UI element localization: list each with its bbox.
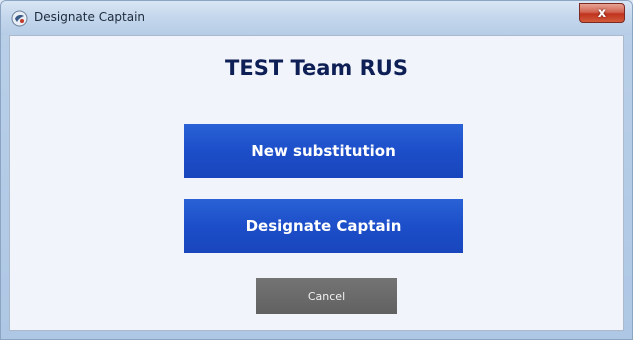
- close-button[interactable]: x: [579, 3, 625, 23]
- title-bar[interactable]: Designate Captain x: [1, 1, 632, 35]
- cancel-button[interactable]: Cancel: [256, 278, 397, 314]
- app-icon: [11, 10, 28, 27]
- close-icon: x: [597, 5, 607, 21]
- dialog-body: TEST Team RUS New substitution Designate…: [9, 35, 624, 331]
- designate-captain-button[interactable]: Designate Captain: [184, 199, 463, 253]
- window-title: Designate Captain: [34, 10, 146, 24]
- new-substitution-button[interactable]: New substitution: [184, 124, 463, 178]
- team-title: TEST Team RUS: [225, 56, 408, 80]
- dialog-window: Designate Captain x TEST Team RUS New su…: [0, 0, 633, 340]
